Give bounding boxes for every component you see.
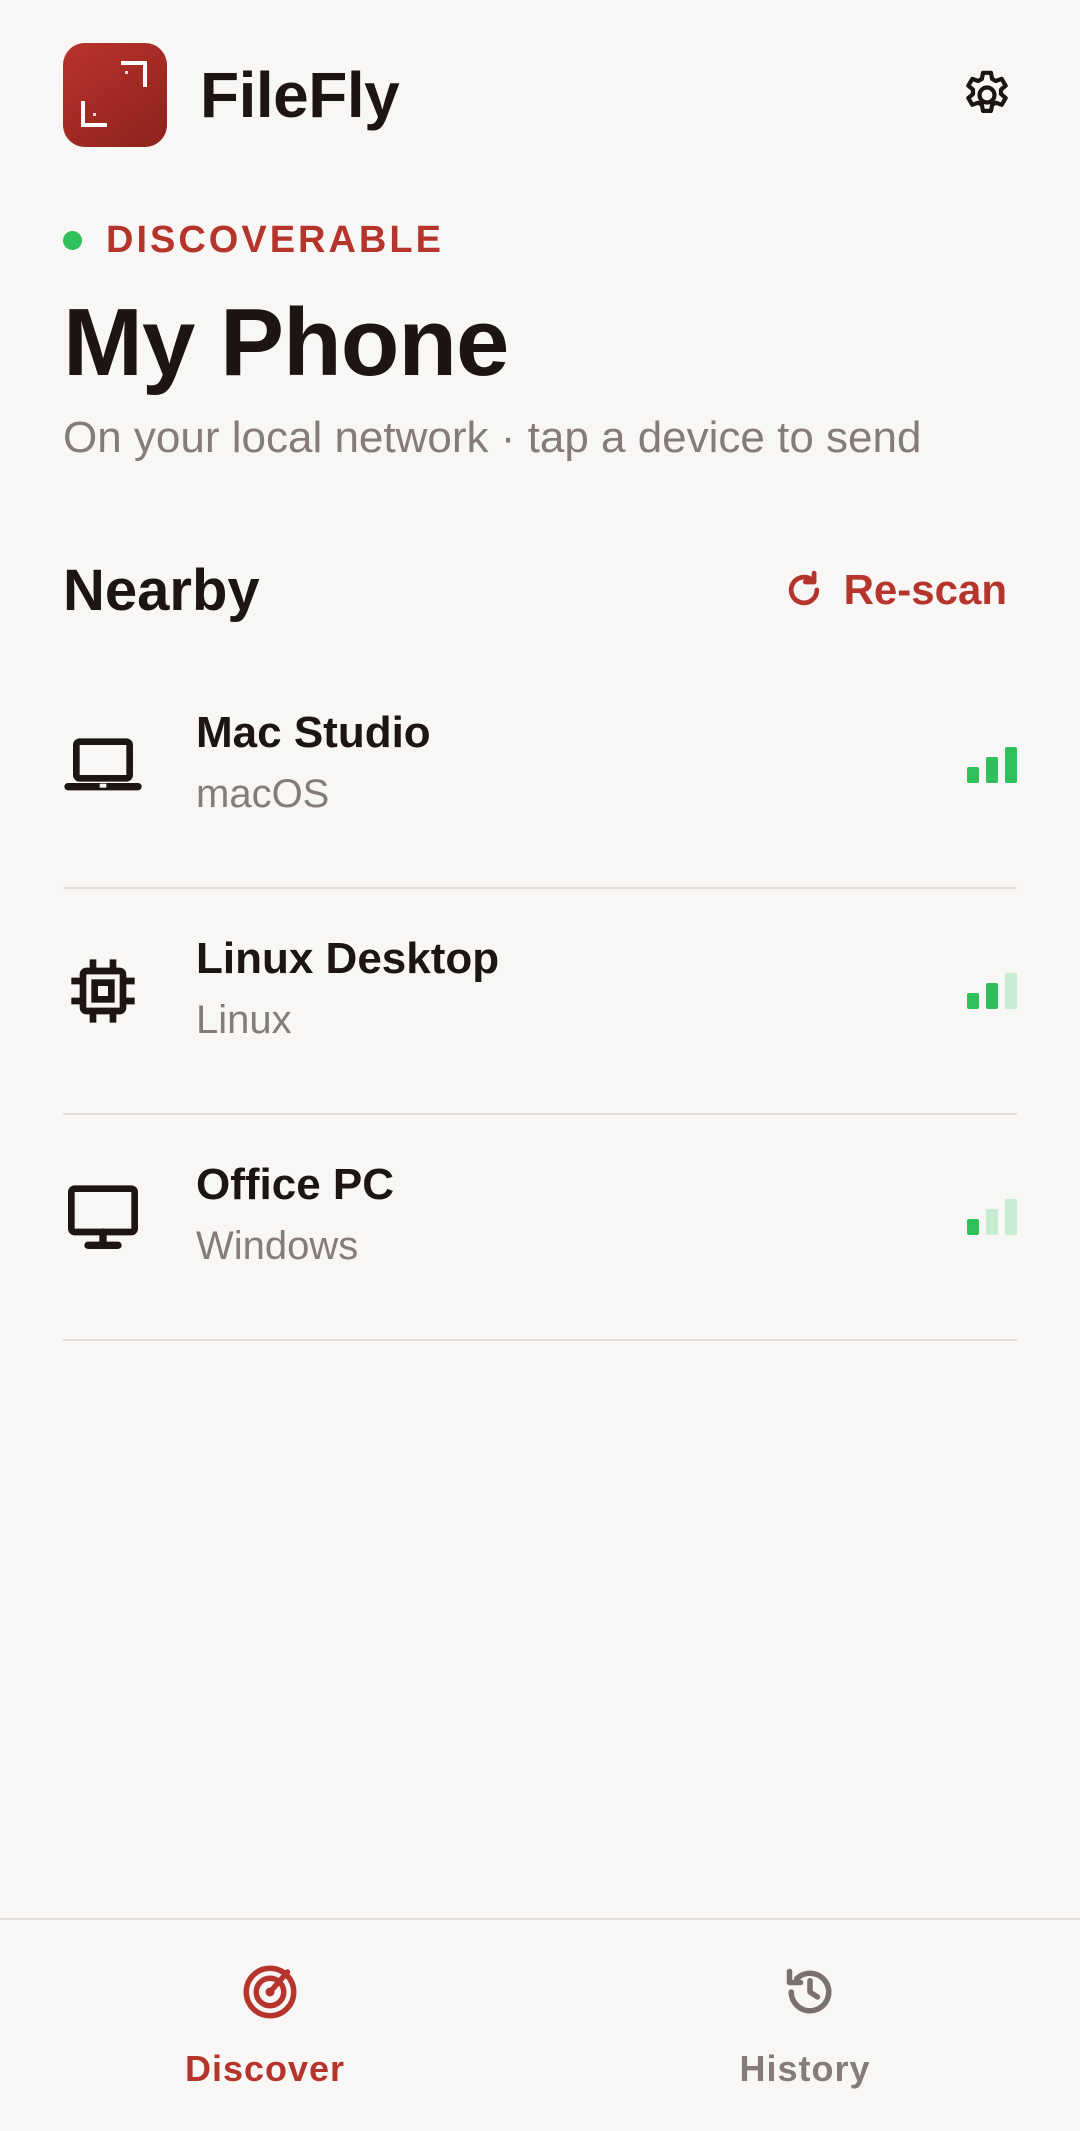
rescan-label: Re-scan — [843, 566, 1007, 613]
monitor-icon — [68, 1185, 138, 1249]
refresh-icon — [788, 570, 819, 606]
gear-icon — [966, 70, 1008, 113]
nearby-heading: Nearby — [63, 558, 260, 623]
device-os: macOS — [196, 772, 330, 816]
discoverable-status: DISCOVERABLE — [63, 216, 444, 264]
app-logo — [63, 43, 167, 147]
device-title: Linux Desktop — [196, 934, 500, 983]
status-dot — [63, 230, 82, 250]
history-icon — [786, 1968, 832, 2014]
status-label: DISCOVERABLE — [106, 218, 444, 261]
device-subtitle: On your local network · tap a device to … — [63, 413, 922, 462]
app-header: FileFly — [63, 43, 1017, 147]
bottom-navigation: Discover History — [0, 1918, 1080, 2131]
device-os: Windows — [196, 1224, 359, 1268]
signal-strength-icon — [967, 1195, 1017, 1235]
device-row-office-pc[interactable]: Office PC Windows — [63, 1115, 1017, 1341]
nav-history[interactable]: History — [540, 1920, 1080, 2131]
device-list: Mac Studio macOS Linux Desktop Linux Off… — [63, 663, 1017, 1341]
signal-strength-icon — [967, 969, 1017, 1009]
device-os: Linux — [196, 998, 292, 1042]
chip-icon — [71, 959, 135, 1023]
device-row-linux-desktop[interactable]: Linux Desktop Linux — [63, 889, 1017, 1115]
nav-label: Discover — [184, 2048, 346, 2089]
settings-button[interactable] — [957, 65, 1017, 125]
nav-discover[interactable]: Discover — [0, 1920, 540, 2131]
laptop-icon — [64, 738, 142, 791]
signal-strength-icon — [967, 743, 1017, 783]
device-name: My Phone — [63, 289, 509, 396]
radar-icon — [243, 1965, 297, 2019]
nav-label: History — [739, 2048, 871, 2089]
rescan-button[interactable]: Re-scan — [782, 560, 1007, 620]
device-title: Office PC — [196, 1160, 395, 1209]
device-title: Mac Studio — [196, 708, 431, 757]
app-title: FileFly — [200, 59, 400, 131]
device-row-mac-studio[interactable]: Mac Studio macOS — [63, 663, 1017, 889]
